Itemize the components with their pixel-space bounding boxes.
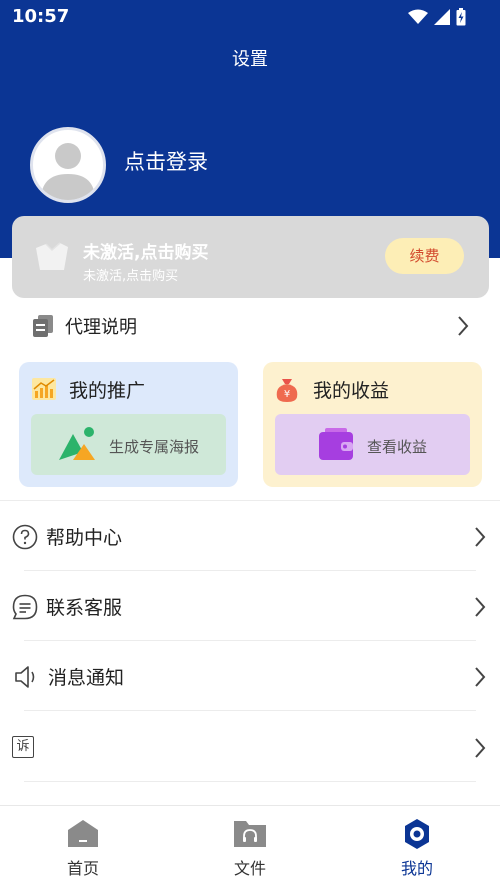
chevron-right-icon <box>475 738 486 758</box>
promotion-card: 我的推广 生成专属海报 <box>19 362 238 487</box>
view-earnings-label: 查看收益 <box>367 438 428 456</box>
menu-item-help[interactable]: 帮助中心 <box>0 501 500 571</box>
agent-info-row[interactable]: 代理说明 <box>0 304 500 348</box>
chart-icon <box>32 378 56 400</box>
signal-icon <box>434 9 450 25</box>
login-prompt[interactable]: 点击登录 <box>124 146 208 176</box>
wallet-icon <box>319 428 353 460</box>
document-icon <box>33 315 53 337</box>
wifi-icon <box>408 9 428 24</box>
menu-label: 帮助中心 <box>46 527 123 549</box>
status-time: 10:57 <box>12 6 70 27</box>
menu-item-complaint[interactable]: 诉 <box>0 712 500 782</box>
generate-poster-label: 生成专属海报 <box>109 438 200 456</box>
chat-icon <box>12 594 38 620</box>
earnings-card: ¥ 我的收益 查看收益 <box>263 362 482 487</box>
bottom-tab-bar: 首页 文件 我的 <box>0 805 500 889</box>
earnings-title: 我的收益 <box>313 380 390 402</box>
view-earnings-button[interactable]: 查看收益 <box>275 414 470 475</box>
tab-label: 文件 <box>233 859 266 878</box>
generate-poster-button[interactable]: 生成专属海报 <box>31 414 226 475</box>
mountain-icon <box>59 427 95 460</box>
page-title: 设置 <box>232 49 268 70</box>
settings-icon <box>405 819 429 849</box>
promotion-title: 我的推广 <box>69 380 146 402</box>
svg-text:¥: ¥ <box>284 389 290 400</box>
vip-title: 未激活,点击购买 <box>83 243 209 263</box>
crown-icon <box>36 242 68 270</box>
vip-card[interactable]: 未激活,点击购买 未激活,点击购买 续费 <box>12 216 489 298</box>
status-icons <box>408 7 466 27</box>
list-divider <box>24 710 476 711</box>
chevron-right-icon <box>475 527 486 547</box>
vip-subtitle: 未激活,点击购买 <box>83 269 179 284</box>
app-root: 10:57 设置 点击登录 未激活,点击购买 未激活,点击购买 续费 代理说明 … <box>0 0 500 889</box>
chevron-right-icon <box>475 597 486 617</box>
menu-item-contact-support[interactable]: 联系客服 <box>0 571 500 641</box>
agent-info-label: 代理说明 <box>65 317 137 338</box>
tab-mine[interactable]: 我的 <box>367 806 467 889</box>
list-divider <box>24 781 476 782</box>
home-icon <box>68 820 98 847</box>
tab-home[interactable]: 首页 <box>33 806 133 889</box>
battery-icon <box>456 8 466 26</box>
menu-item-notifications[interactable]: 消息通知 <box>0 641 500 711</box>
help-icon <box>12 524 38 550</box>
tab-files[interactable]: 文件 <box>200 806 300 889</box>
status-bar: 10:57 <box>0 0 500 34</box>
renew-button[interactable]: 续费 <box>385 238 464 274</box>
chevron-right-icon <box>458 316 469 336</box>
tab-label: 我的 <box>400 859 433 878</box>
folder-icon <box>234 821 266 847</box>
menu-label: 联系客服 <box>46 597 123 619</box>
menu-label: 消息通知 <box>48 667 125 689</box>
chevron-right-icon <box>475 667 486 687</box>
tab-label: 首页 <box>66 859 99 878</box>
complaint-icon: 诉 <box>12 736 34 758</box>
money-bag-icon: ¥ <box>276 379 298 402</box>
speaker-icon <box>15 666 35 688</box>
avatar[interactable] <box>30 127 106 203</box>
user-avatar-icon <box>41 143 95 200</box>
